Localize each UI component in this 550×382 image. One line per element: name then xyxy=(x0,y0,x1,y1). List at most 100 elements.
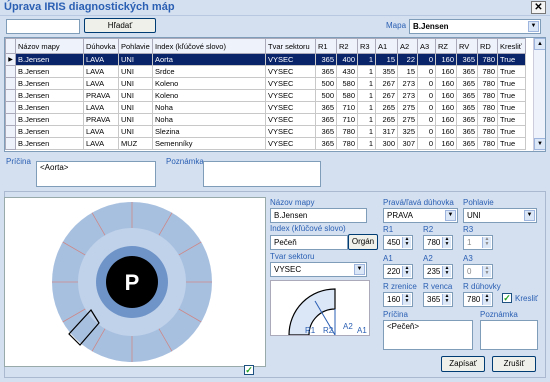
table-cell[interactable]: B.Jensen xyxy=(15,125,84,138)
table-cell[interactable]: 1 xyxy=(357,137,376,150)
table-cell[interactable]: 780 xyxy=(477,65,498,78)
table-cell[interactable]: 0 xyxy=(417,101,436,114)
table-cell[interactable]: MUZ xyxy=(118,137,153,150)
table-cell[interactable]: Semenníky xyxy=(152,137,266,150)
table-cell[interactable]: 780 xyxy=(477,113,498,126)
table-cell[interactable]: 780 xyxy=(477,89,498,102)
table-cell[interactable]: 160 xyxy=(435,53,457,66)
table-cell[interactable]: 0 xyxy=(417,77,436,90)
table-row[interactable]: B.Jensen PRAVA UNI Koleno VYSEC 500 580 1 267 273… xyxy=(5,89,526,102)
table-cell[interactable]: 355 xyxy=(375,65,398,78)
table-cell[interactable]: 15 xyxy=(397,65,418,78)
chevron-down-icon[interactable]: ▼ xyxy=(524,210,535,221)
cancel-button[interactable]: Zrušiť xyxy=(492,356,536,372)
table-cell[interactable]: True xyxy=(497,113,526,126)
table-cell[interactable]: 275 xyxy=(397,113,418,126)
table-cell[interactable]: True xyxy=(497,53,526,66)
table-cell[interactable]: 160 xyxy=(435,125,457,138)
table-cell[interactable]: True xyxy=(497,77,526,90)
table-cell[interactable]: B.Jensen xyxy=(15,65,84,78)
table-cell[interactable]: 1 xyxy=(357,125,376,138)
spin-icon[interactable]: ▲ ▼ xyxy=(482,294,491,305)
table-cell[interactable]: B.Jensen xyxy=(15,77,84,90)
table-cell[interactable]: LAVA xyxy=(83,137,119,150)
table-cell[interactable]: 160 xyxy=(435,77,457,90)
iris-diagram[interactable]: P xyxy=(4,197,266,367)
table-row[interactable]: ▶ B.Jensen LAVA UNI Aorta VYSEC 365 400 1 15 22 0 16… xyxy=(5,53,526,66)
table-cell[interactable]: 365 xyxy=(315,113,337,126)
table-cell[interactable]: Slezina xyxy=(152,125,266,138)
table-cell[interactable]: B.Jensen xyxy=(15,89,84,102)
table-row[interactable]: B.Jensen LAVA UNI Koleno VYSEC 500 580 1 267 273 0… xyxy=(5,77,526,90)
table-cell[interactable]: B.Jensen xyxy=(15,101,84,114)
table-cell[interactable]: UNI xyxy=(118,125,153,138)
table-cell[interactable]: VYSEC xyxy=(265,137,316,150)
table-cell[interactable]: B.Jensen xyxy=(15,113,84,126)
save-button[interactable]: Zapísať xyxy=(441,356,485,372)
table-cell[interactable]: True xyxy=(497,137,526,150)
table-cell[interactable]: 365 xyxy=(456,89,478,102)
index-field[interactable]: Pečeň xyxy=(270,235,348,250)
table-row[interactable]: B.Jensen LAVA MUZ Semenníky VYSEC 365 780 1 300 3… xyxy=(5,137,526,150)
spin-icon[interactable]: ▲ ▼ xyxy=(442,266,451,277)
table-cell[interactable]: 307 xyxy=(397,137,418,150)
close-button[interactable]: ✕ xyxy=(531,1,546,14)
table-cell[interactable]: 0 xyxy=(417,65,436,78)
table-cell[interactable]: 300 xyxy=(375,137,398,150)
table-cell[interactable]: 317 xyxy=(375,125,398,138)
a1-field[interactable]: 220 ▲ ▼ xyxy=(383,264,413,279)
table-cell[interactable]: UNI xyxy=(118,89,153,102)
column-header[interactable]: A2 xyxy=(397,38,418,54)
wreath-radius-field[interactable]: 365 ▲ ▼ xyxy=(423,292,453,307)
shape-select[interactable]: VYSEC ▼ xyxy=(270,262,367,277)
table-cell[interactable]: 1 xyxy=(357,65,376,78)
table-cell[interactable]: 780 xyxy=(477,137,498,150)
table-cell[interactable]: 400 xyxy=(336,53,358,66)
note-memo[interactable] xyxy=(480,320,538,350)
table-row[interactable]: B.Jensen LAVA UNI Noha VYSEC 365 710 1 265 275 0 16… xyxy=(5,101,526,114)
table-row[interactable]: B.Jensen LAVA UNI Slezina VYSEC 365 780 1 317 325… xyxy=(5,125,526,138)
cause-memo[interactable]: <Pečeň> xyxy=(383,320,473,350)
r1-field[interactable]: 450 ▲ ▼ xyxy=(383,235,413,250)
table-cell[interactable]: B.Jensen xyxy=(15,137,84,150)
column-header[interactable]: R2 xyxy=(336,38,358,54)
table-cell[interactable]: PRAVA xyxy=(83,89,119,102)
table-cell[interactable]: LAVA xyxy=(83,77,119,90)
table-cell[interactable]: LAVA xyxy=(83,53,119,66)
table-cell[interactable]: VYSEC xyxy=(265,65,316,78)
table-cell[interactable]: 365 xyxy=(456,113,478,126)
spin-icon[interactable]: ▲ ▼ xyxy=(442,237,451,248)
table-cell[interactable]: 0 xyxy=(417,125,436,138)
table-row[interactable]: B.Jensen LAVA UNI Srdce VYSEC 365 430 1 355 15 0 16… xyxy=(5,65,526,78)
column-header[interactable]: Názov mapy xyxy=(15,38,84,54)
pupil-radius-field[interactable]: 160 ▲ ▼ xyxy=(383,292,413,307)
table-cell[interactable]: VYSEC xyxy=(265,101,316,114)
spin-icon[interactable]: ▲ ▼ xyxy=(442,294,451,305)
draw-checkbox[interactable]: ✓ xyxy=(502,293,512,303)
iris-side-select[interactable]: PRAVA ▼ xyxy=(383,208,458,223)
column-header[interactable]: RV xyxy=(456,38,478,54)
table-cell[interactable]: 160 xyxy=(435,65,457,78)
scroll-up-icon[interactable]: ▲ xyxy=(534,38,545,50)
a3-field[interactable]: 0 ▲ ▼ xyxy=(463,264,493,279)
table-cell[interactable]: 275 xyxy=(397,101,418,114)
table-cell[interactable]: 0 xyxy=(417,53,436,66)
column-header[interactable]: Kresliť xyxy=(497,38,526,54)
table-cell[interactable]: UNI xyxy=(118,53,153,66)
table-cell[interactable]: Noha xyxy=(152,113,266,126)
table-cell[interactable]: LAVA xyxy=(83,65,119,78)
spin-icon[interactable]: ▲ ▼ xyxy=(402,294,411,305)
table-cell[interactable]: 710 xyxy=(336,113,358,126)
table-cell[interactable]: 500 xyxy=(315,77,337,90)
table-cell[interactable]: VYSEC xyxy=(265,77,316,90)
column-header[interactable]: A1 xyxy=(375,38,398,54)
table-cell[interactable]: 710 xyxy=(336,101,358,114)
spin-icon[interactable]: ▲ ▼ xyxy=(402,237,411,248)
table-cell[interactable]: UNI xyxy=(118,113,153,126)
table-cell[interactable]: 780 xyxy=(336,125,358,138)
table-cell[interactable]: 580 xyxy=(336,89,358,102)
table-cell[interactable]: B.Jensen xyxy=(15,53,84,66)
table-cell[interactable]: 500 xyxy=(315,89,337,102)
table-cell[interactable]: 780 xyxy=(477,101,498,114)
spin-icon[interactable]: ▲ ▼ xyxy=(402,266,411,277)
